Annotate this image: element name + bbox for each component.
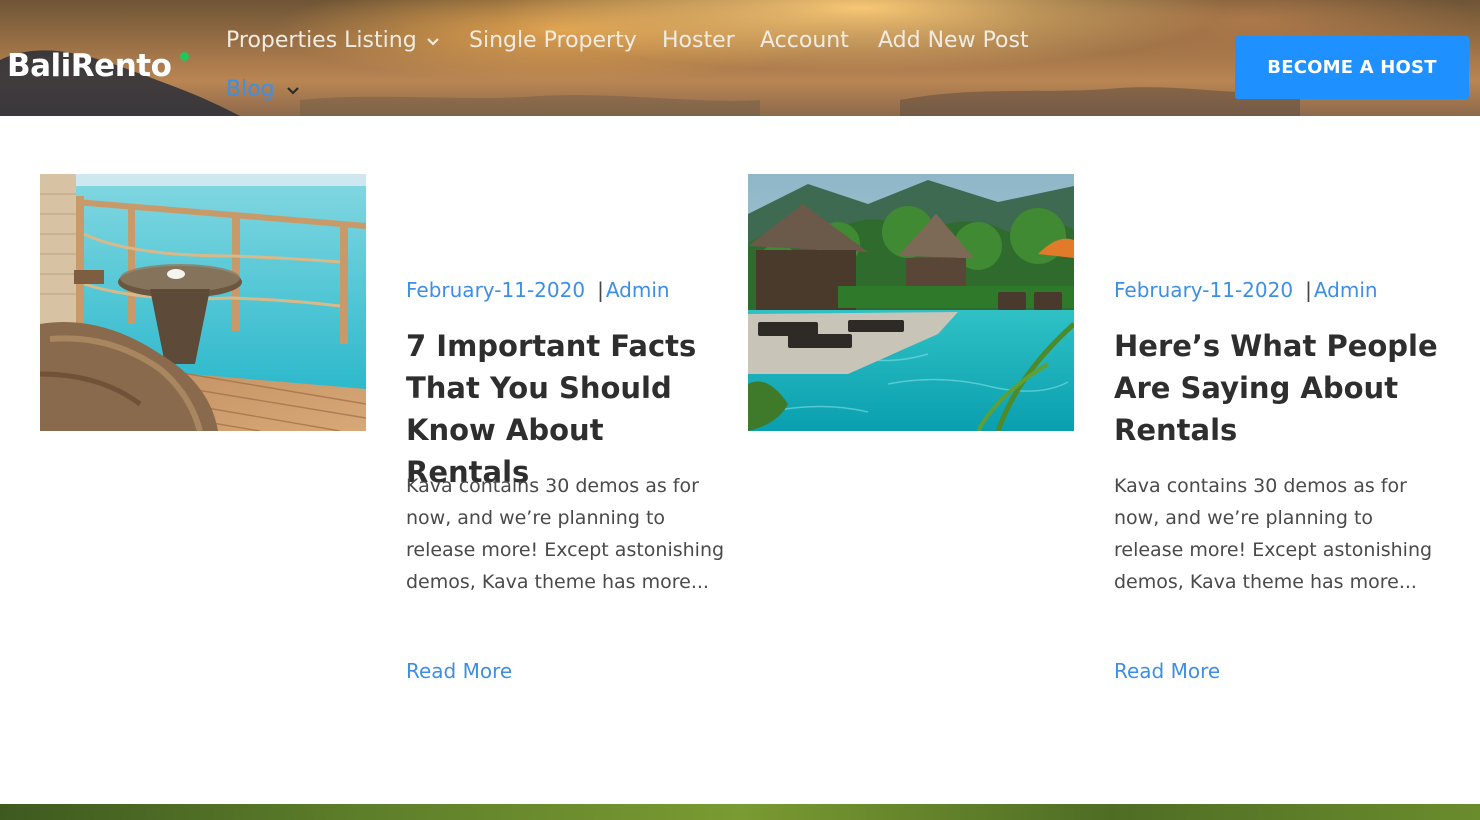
post-excerpt: Kava contains 30 demos as for now, and w… xyxy=(1114,475,1433,593)
post-thumbnail[interactable] xyxy=(748,174,1074,431)
chevron-down-icon[interactable] xyxy=(285,83,301,99)
nav-item-label: Single Property xyxy=(469,28,637,53)
nav-item-blog[interactable]: Blog xyxy=(226,77,275,102)
nav-item-label: Blog xyxy=(226,77,275,102)
site-logo[interactable]: BaliRento xyxy=(7,48,172,84)
nav-item-hoster[interactable]: Hoster xyxy=(662,28,735,53)
site-header: BaliRento Properties Listing Single Prop… xyxy=(0,0,1480,116)
post-author[interactable]: Admin xyxy=(1314,278,1378,302)
tropical-resort-pool-image xyxy=(748,174,1074,431)
read-more-link[interactable]: Read More xyxy=(406,659,512,683)
logo-dot-icon xyxy=(180,52,189,61)
post-title[interactable]: Here’s What People Are Saying About Rent… xyxy=(1114,325,1444,451)
nav-item-account[interactable]: Account xyxy=(760,28,849,53)
meta-separator: | xyxy=(597,278,604,302)
nav-item-label: Add New Post xyxy=(878,28,1029,53)
nav-item-label: Properties Listing xyxy=(226,28,417,53)
nav-item-label: Hoster xyxy=(662,28,735,53)
post-author[interactable]: Admin xyxy=(606,278,670,302)
footer-background-image xyxy=(0,804,1480,820)
post-title[interactable]: 7 Important Facts That You Should Know A… xyxy=(406,325,736,493)
post-meta: February-11-2020 | Admin xyxy=(1114,278,1378,302)
nav-item-add-new-post[interactable]: Add New Post xyxy=(878,28,1029,53)
post-meta: February-11-2020 | Admin xyxy=(406,278,670,302)
nav-item-single-property[interactable]: Single Property xyxy=(469,28,637,53)
nav-item-label: Account xyxy=(760,28,849,53)
post-date[interactable]: February-11-2020 xyxy=(406,278,585,302)
overwater-deck-image xyxy=(40,174,366,431)
chevron-down-icon[interactable] xyxy=(425,34,441,50)
meta-separator: | xyxy=(1305,278,1312,302)
post-thumbnail[interactable] xyxy=(40,174,366,431)
nav-item-properties-listing[interactable]: Properties Listing xyxy=(226,28,417,53)
become-host-button[interactable]: BECOME A HOST xyxy=(1235,36,1469,99)
post-excerpt: Kava contains 30 demos as for now, and w… xyxy=(406,475,725,593)
post-date[interactable]: February-11-2020 xyxy=(1114,278,1293,302)
read-more-link[interactable]: Read More xyxy=(1114,659,1220,683)
